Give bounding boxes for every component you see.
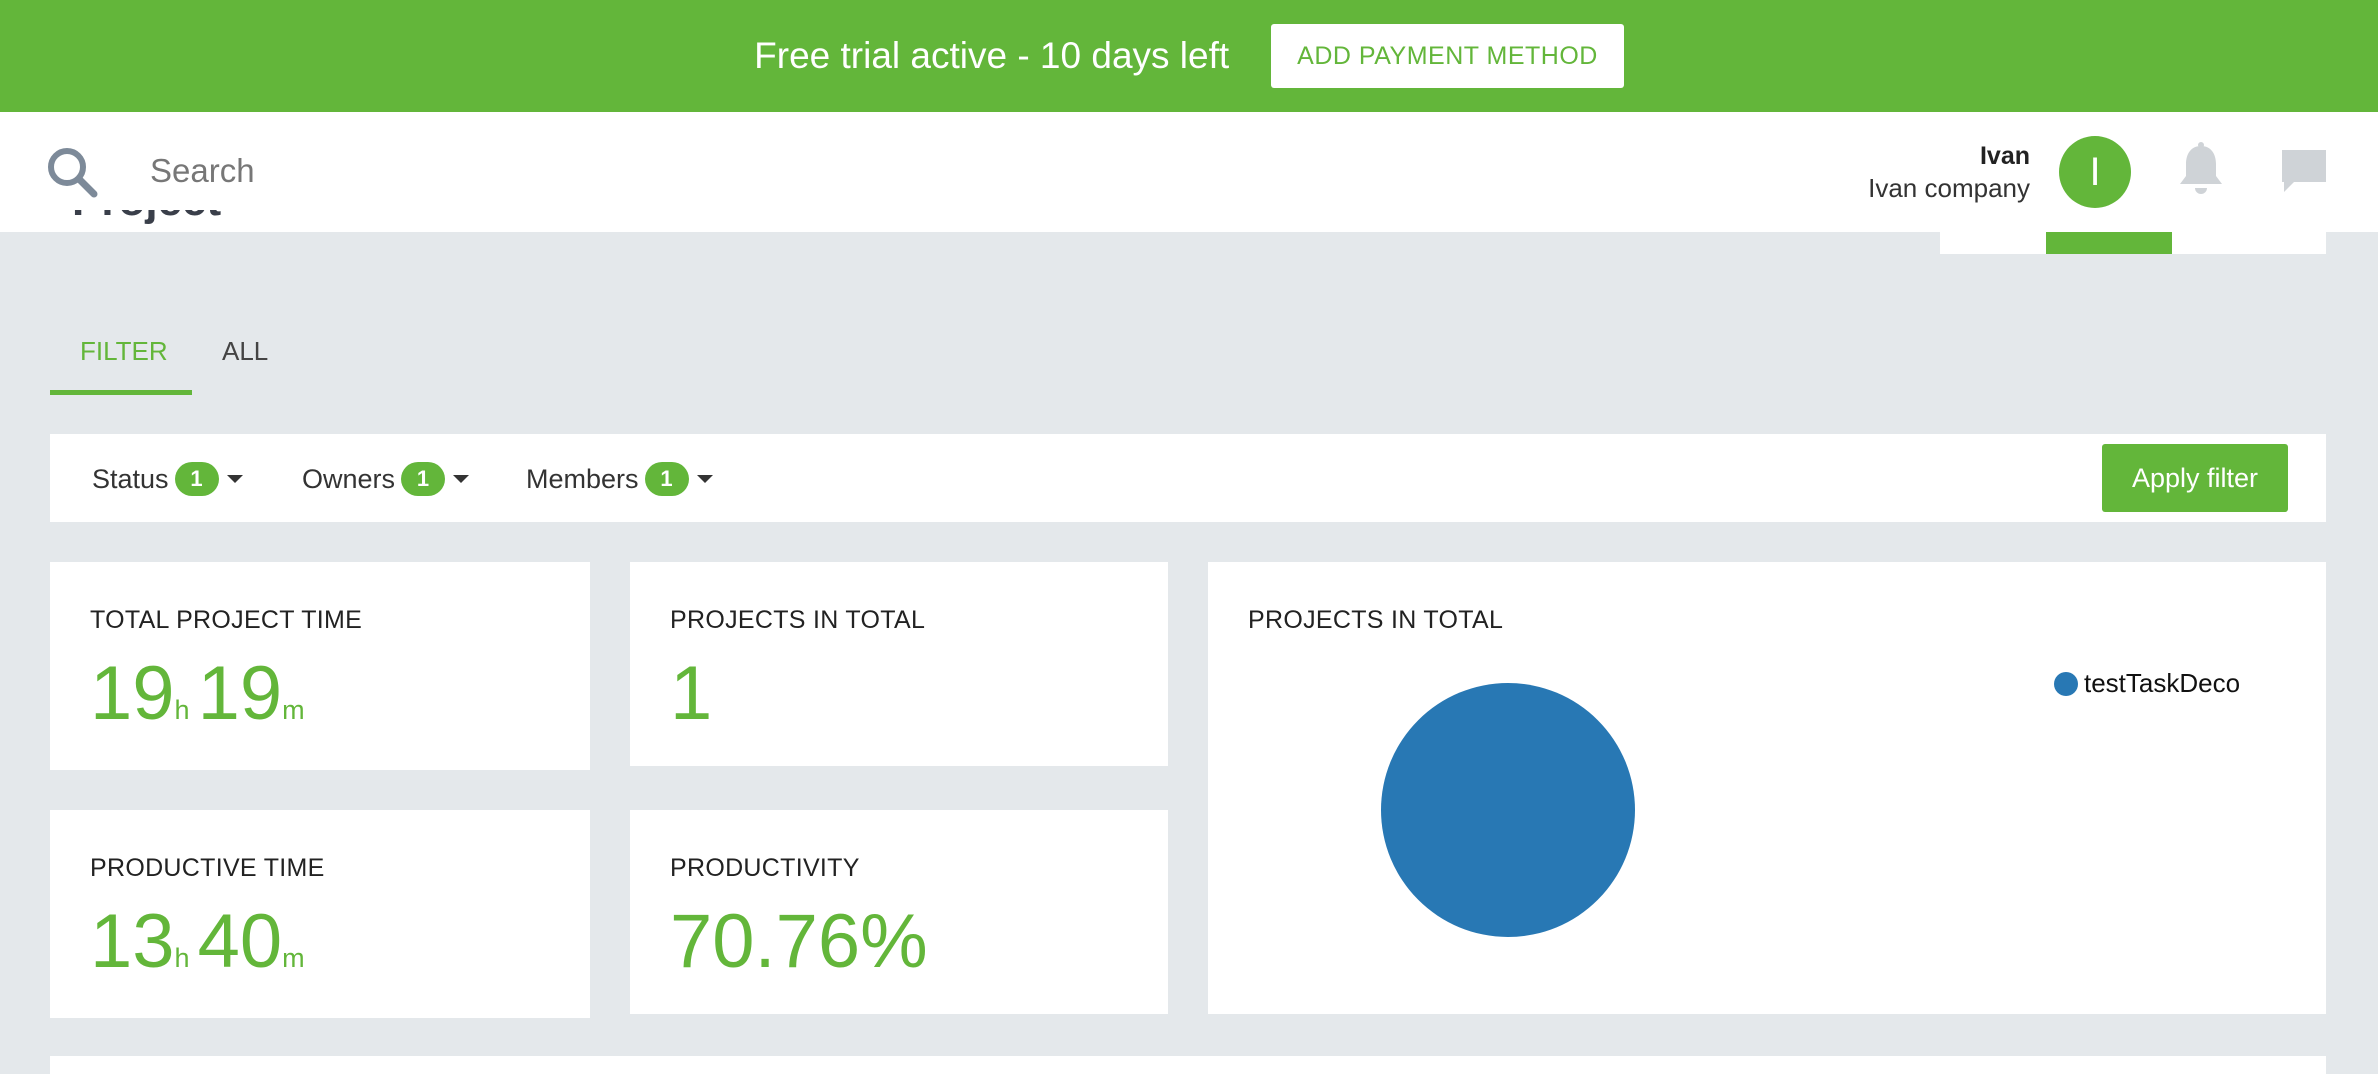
bell-icon[interactable]: [2176, 142, 2226, 198]
productivity-title: PRODUCTIVITY: [670, 854, 860, 882]
total-project-time-value: 19h 19m: [90, 651, 305, 736]
owners-filter-label: Owners: [302, 463, 396, 494]
total-project-time-card: TOTAL PROJECT TIME 19h 19m: [50, 562, 590, 770]
filter-bar: Status 1 Owners 1 Members 1 Apply filter: [50, 434, 2326, 522]
chevron-down-icon: [696, 475, 713, 483]
next-section-card: [50, 1056, 2326, 1074]
productive-time-value: 13h 40m: [90, 899, 305, 984]
pie-card-title: PROJECTS IN TOTAL: [1248, 606, 1504, 634]
page-title: Projects: [72, 210, 222, 232]
trial-banner-text: Free trial active - 10 days left: [754, 35, 1230, 76]
pie-legend: testTaskDeco: [2054, 668, 2240, 699]
total-project-time-title: TOTAL PROJECT TIME: [90, 606, 363, 634]
user-company[interactable]: Ivan company: [1868, 173, 2030, 204]
legend-color-dot: [2054, 671, 2078, 696]
add-payment-method-button[interactable]: ADD PAYMENT METHOD: [1271, 24, 1624, 88]
status-filter-count-badge: 1: [174, 462, 219, 496]
members-filter-count-badge: 1: [644, 462, 689, 496]
productive-time-card: PRODUCTIVE TIME 13h 40m: [50, 810, 590, 1018]
chat-icon[interactable]: [2280, 146, 2328, 194]
productivity-card: PRODUCTIVITY 70.76%: [630, 810, 1168, 1014]
chevron-down-icon: [453, 475, 470, 483]
members-filter-label: Members: [526, 463, 639, 494]
user-name[interactable]: Ivan: [1980, 142, 2030, 171]
view-toggle-active-remnant: [2046, 232, 2172, 254]
status-filter-dropdown[interactable]: Status 1: [92, 462, 243, 496]
search-input[interactable]: Search: [150, 152, 255, 190]
owners-filter-dropdown[interactable]: Owners 1: [302, 462, 470, 496]
avatar[interactable]: I: [2059, 136, 2131, 208]
pie-slice-testTaskDeco[interactable]: [1381, 683, 1635, 937]
members-filter-dropdown[interactable]: Members 1: [526, 462, 713, 496]
chevron-down-icon: [226, 475, 243, 483]
owners-filter-count-badge: 1: [401, 462, 446, 496]
pie-chart: [1381, 683, 1635, 937]
apply-filter-button[interactable]: Apply filter: [2102, 444, 2288, 512]
search-icon[interactable]: [46, 146, 98, 198]
projects-pie-card: PROJECTS IN TOTAL testTaskDeco: [1208, 562, 2326, 1014]
status-filter-label: Status: [92, 463, 169, 494]
top-header: Search Ivan Ivan company I: [0, 112, 2378, 232]
projects-in-total-title: PROJECTS IN TOTAL: [670, 606, 926, 634]
productivity-value: 70.76%: [670, 899, 928, 984]
productive-time-title: PRODUCTIVE TIME: [90, 854, 325, 882]
tab-filter[interactable]: FILTER: [80, 336, 168, 367]
projects-in-total-value: 1: [670, 651, 713, 736]
projects-in-total-card: PROJECTS IN TOTAL 1: [630, 562, 1168, 766]
active-tab-indicator: [50, 390, 192, 395]
trial-banner: Free trial active - 10 days left ADD PAY…: [0, 0, 2378, 112]
legend-label: testTaskDeco: [2084, 668, 2241, 698]
tab-all[interactable]: ALL: [222, 336, 268, 367]
